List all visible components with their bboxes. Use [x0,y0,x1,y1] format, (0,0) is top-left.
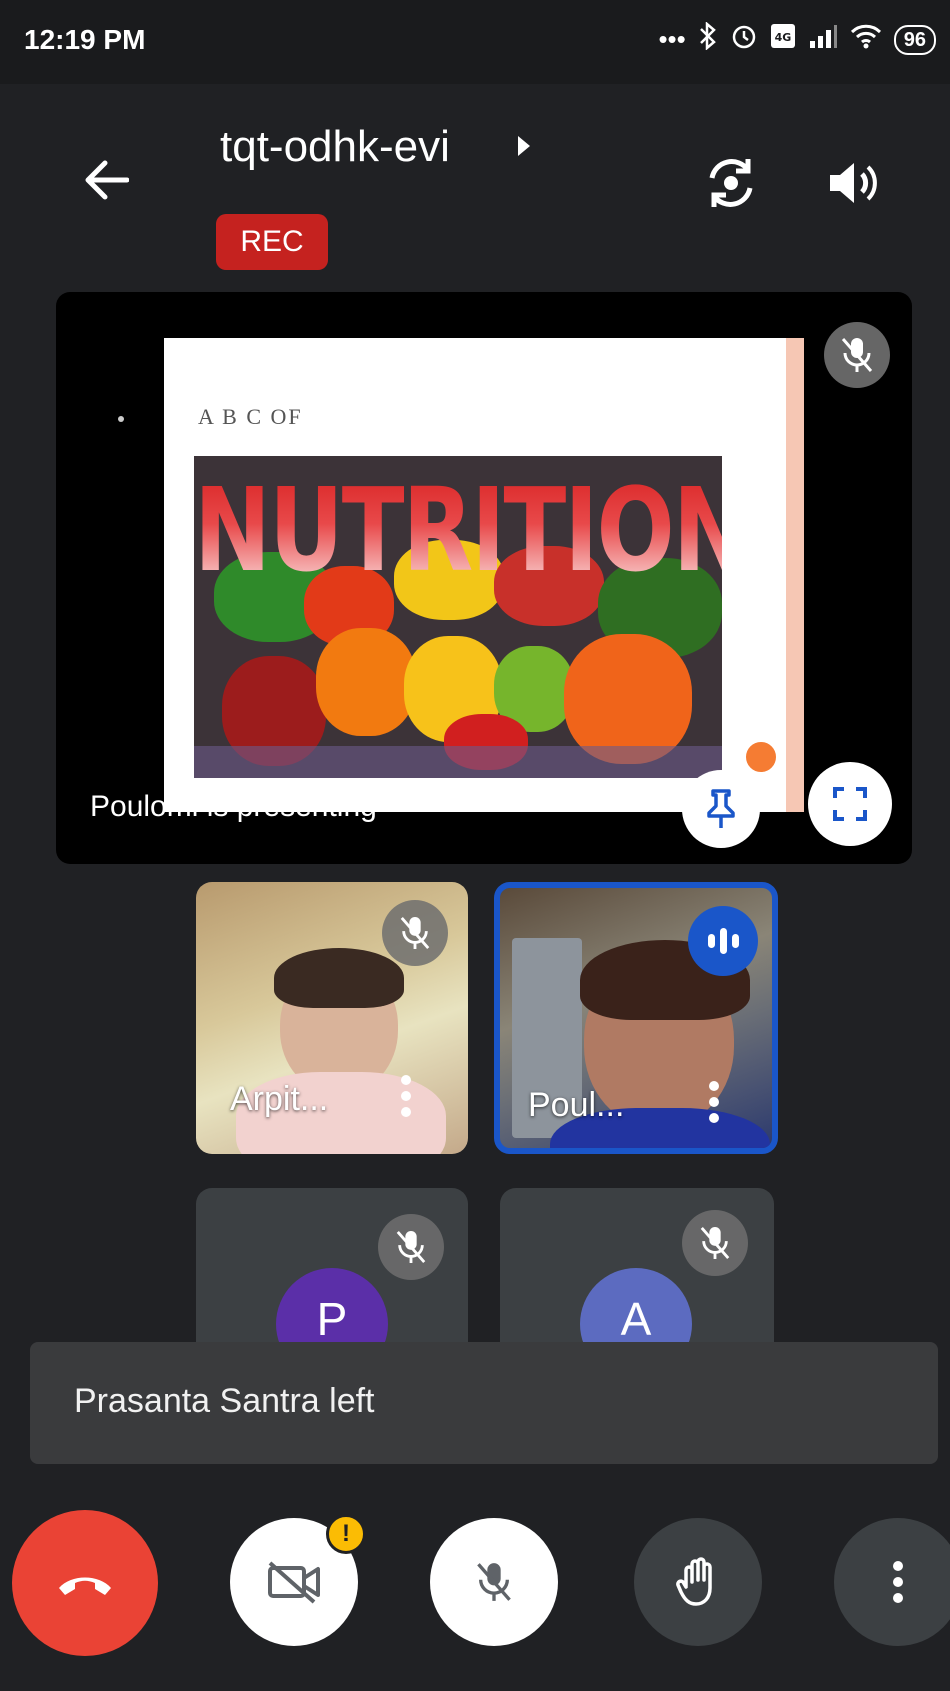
raise-hand-button[interactable] [634,1518,762,1646]
participant-mic-status [382,900,448,966]
status-time: 12:19 PM [24,24,146,55]
toast-message: Prasanta Santra left [74,1382,375,1420]
slide-edge [786,338,804,812]
participant-tile-active-speaker[interactable]: Poul... [494,882,778,1154]
fullscreen-button[interactable] [808,762,892,846]
participant-mic-status [682,1210,748,1276]
status-bar: 12:19 PM ••• 4G 96 [0,0,950,84]
participant-name: Poul... [528,1086,625,1124]
meeting-code[interactable]: tqt-odhk-evi [220,122,450,172]
participant-more-button[interactable] [696,1074,732,1130]
bluetooth-icon [698,21,718,57]
presenting-label: Poulomi is presenting [90,790,377,823]
switch-camera-icon [709,159,753,207]
mic-off-icon [477,1563,511,1601]
speaker-icon [830,163,877,203]
more-vertical-icon [893,1561,903,1603]
pin-icon [707,789,735,828]
speaking-indicator-icon [688,906,758,976]
wifi-icon [850,23,882,56]
volte-icon: 4G [770,23,796,56]
meet-call-screen: 12:19 PM ••• 4G 96 tqt-odhk-evi REC A B … [0,0,950,1691]
more-vertical-icon [401,1075,411,1117]
recording-badge: REC [216,214,328,270]
decorative-dot [118,416,124,422]
mic-off-icon [841,338,873,372]
camera-off-icon [268,1561,320,1604]
microphone-toggle-button[interactable] [430,1518,558,1646]
presentation-tile[interactable]: A B C OF NUTRITION Poulomi is presenting [56,292,912,864]
slide-heading: NUTRITION [194,456,722,606]
back-arrow-icon [85,160,129,200]
participant-tile[interactable]: Arpit... [196,882,468,1154]
participant-name: Arpit... [230,1080,329,1118]
camera-alert-badge: ! [326,1514,366,1554]
participant-more-button[interactable] [388,1068,424,1124]
presentation-slide: A B C OF NUTRITION [164,338,786,812]
pin-indicator-dot [742,738,780,776]
caret-right-icon[interactable] [516,134,532,163]
notification-toast: Prasanta Santra left [30,1342,938,1464]
signal-icon [808,23,838,56]
end-call-button[interactable] [12,1510,158,1656]
pin-button[interactable] [682,770,760,848]
svg-text:4G: 4G [774,31,791,44]
participant-mic-status [378,1214,444,1280]
more-options-button[interactable] [834,1518,950,1646]
vegetables-image: NUTRITION [194,456,722,778]
speaker-button[interactable] [818,148,888,218]
slide-subtitle: A B C OF [198,404,303,429]
fullscreen-icon [833,787,867,821]
more-dots-icon: ••• [658,24,686,54]
back-button[interactable] [74,148,138,212]
mic-off-icon [396,1230,426,1264]
hang-up-icon [59,1577,111,1595]
mic-off-icon [700,1226,730,1260]
battery-indicator: 96 [893,24,936,55]
hand-icon [676,1557,712,1606]
alarm-icon [730,22,758,57]
more-vertical-icon [709,1081,719,1123]
switch-camera-button[interactable] [696,148,766,218]
status-icons: ••• 4G 96 [658,21,936,57]
presenter-mic-status [824,322,890,388]
mic-off-icon [400,916,430,950]
